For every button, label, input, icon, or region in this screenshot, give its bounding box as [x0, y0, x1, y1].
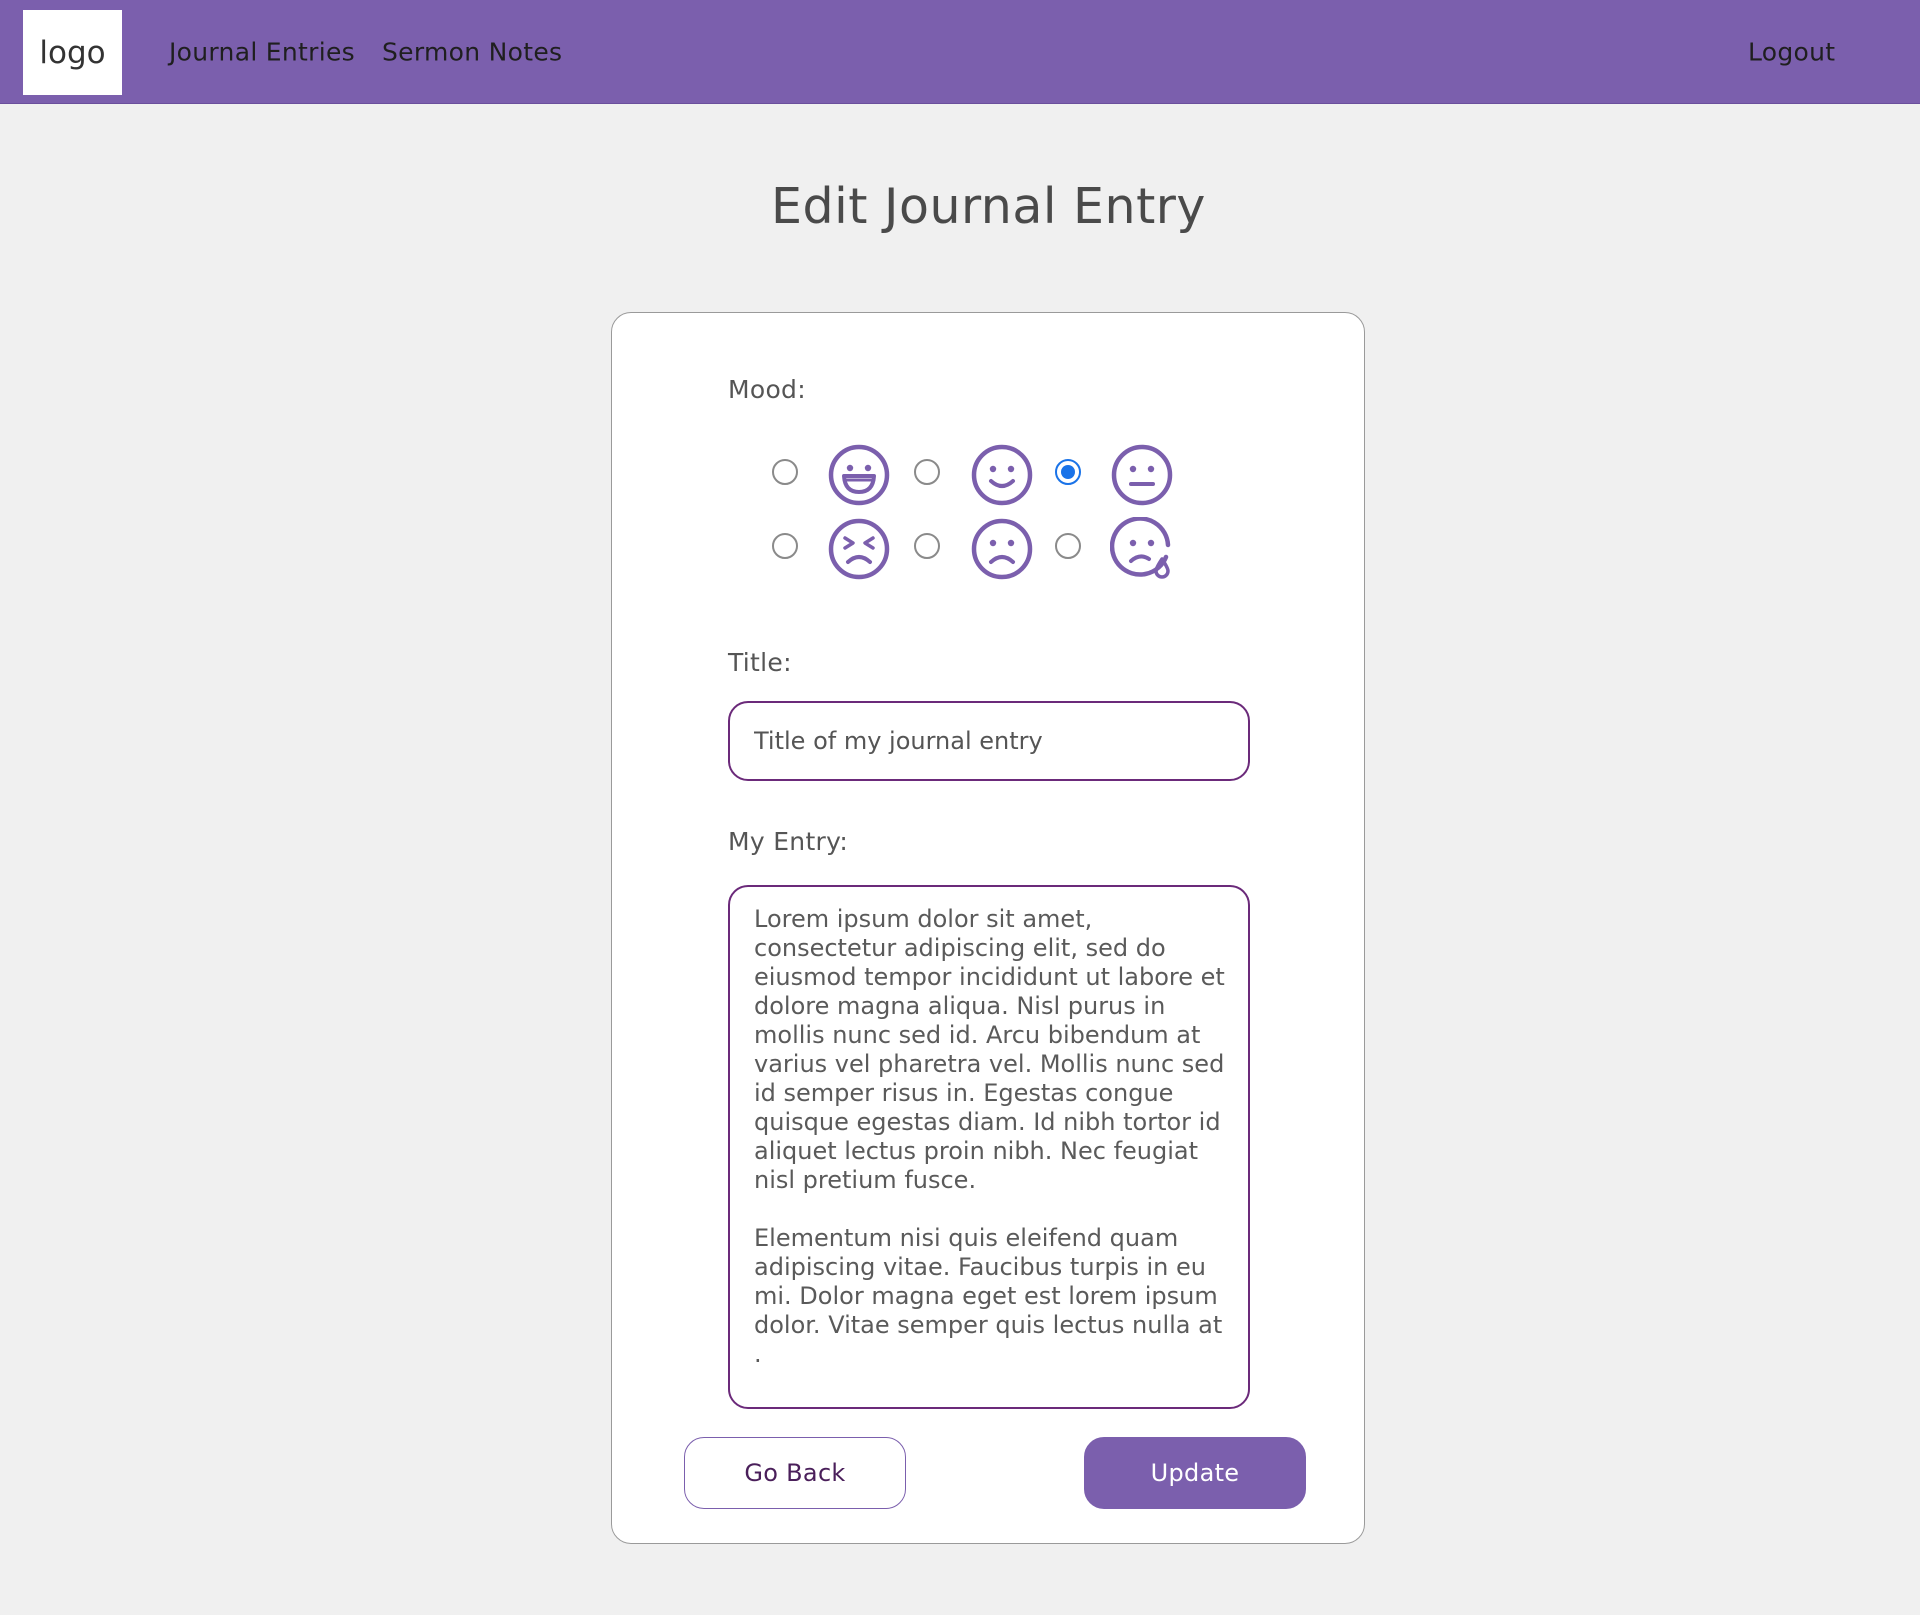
- nav-link-sermon-notes[interactable]: Sermon Notes: [382, 38, 562, 67]
- mood-radio-neutral[interactable]: [1055, 459, 1081, 485]
- laughing-face-icon[interactable]: [827, 443, 891, 507]
- title-input[interactable]: [728, 701, 1250, 781]
- mood-radio-laughing[interactable]: [772, 459, 798, 485]
- entry-paragraph-1: Lorem ipsum dolor sit amet, consectetur …: [754, 905, 1225, 1194]
- mood-radio-smiling[interactable]: [914, 459, 940, 485]
- neutral-face-icon[interactable]: [1110, 443, 1174, 507]
- entry-paragraph-2: Elementum nisi quis eleifend quam adipis…: [754, 1224, 1223, 1368]
- title-label: Title:: [728, 648, 792, 677]
- angry-face-icon[interactable]: [827, 517, 891, 581]
- mood-radio-angry[interactable]: [772, 533, 798, 559]
- logout-link[interactable]: Logout: [1748, 38, 1835, 67]
- sad-face-icon[interactable]: [970, 517, 1034, 581]
- update-button[interactable]: Update: [1084, 1437, 1306, 1509]
- entry-label: My Entry:: [728, 827, 849, 856]
- logo[interactable]: logo: [23, 10, 122, 95]
- smiling-face-icon[interactable]: [970, 443, 1034, 507]
- edit-entry-card: Mood: Title: Title of my journal entry M…: [611, 312, 1365, 1544]
- go-back-button[interactable]: Go Back: [684, 1437, 906, 1509]
- entry-textarea[interactable]: Lorem ipsum dolor sit amet, consectetur …: [728, 885, 1250, 1409]
- crying-face-icon[interactable]: [1110, 517, 1174, 581]
- page-title: Edit Journal Entry: [771, 178, 1206, 235]
- nav-link-journal-entries[interactable]: Journal Entries: [169, 38, 355, 67]
- mood-radio-sad[interactable]: [914, 533, 940, 559]
- mood-radio-crying[interactable]: [1055, 533, 1081, 559]
- mood-label: Mood:: [728, 375, 806, 404]
- top-navbar: logo Journal Entries Sermon Notes Logout: [0, 0, 1920, 104]
